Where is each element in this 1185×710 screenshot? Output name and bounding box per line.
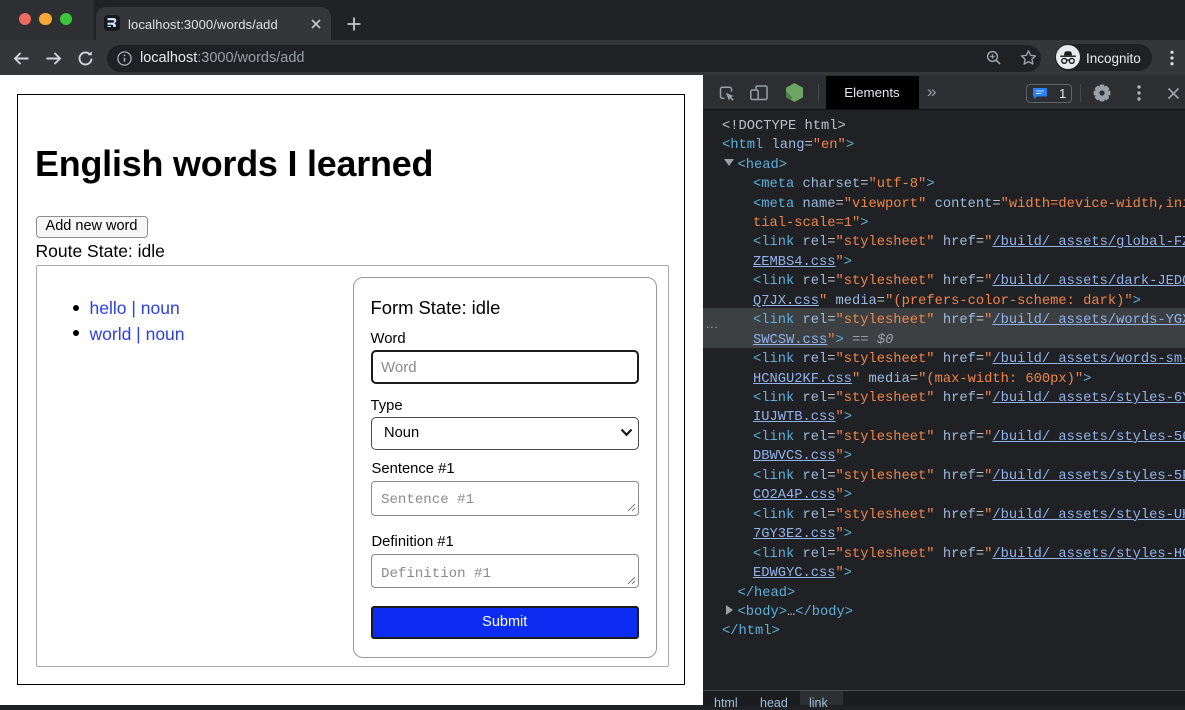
- svg-text:1: 1: [1059, 85, 1066, 100]
